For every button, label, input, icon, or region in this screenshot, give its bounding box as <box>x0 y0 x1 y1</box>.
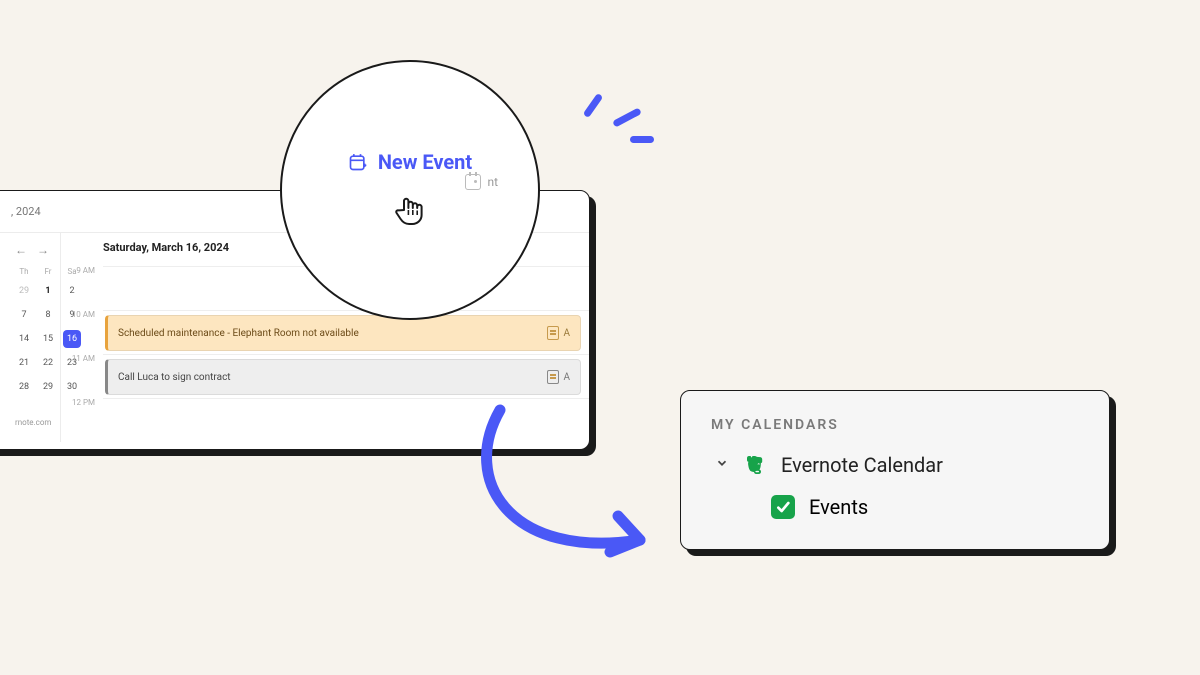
checkbox-checked-icon[interactable] <box>771 495 795 519</box>
new-event-button[interactable]: New Event <box>348 150 472 174</box>
event-note-action[interactable]: A <box>547 370 570 384</box>
cursor-hand-icon <box>390 190 430 230</box>
hour-label: 12 PM <box>61 398 103 407</box>
calendar-single-icon <box>465 174 481 190</box>
next-month-button[interactable]: → <box>37 243 49 257</box>
chevron-down-icon <box>715 456 729 474</box>
flow-arrow-icon <box>440 400 680 590</box>
calendar-item-row[interactable]: Events <box>711 495 1079 519</box>
calendar-group-row[interactable]: Evernote Calendar <box>711 453 1079 477</box>
mini-dow: Th <box>15 267 33 276</box>
event-note-action[interactable]: A <box>547 326 570 340</box>
prev-month-button[interactable]: ← <box>15 243 27 257</box>
sidebar-footer-text: rnote.com <box>15 418 46 427</box>
calendar-sidebar: ← → Th Fr Sa 29 1 2 7 8 9 14 15 16 21 22… <box>0 233 61 442</box>
evernote-elephant-icon <box>743 453 767 477</box>
mini-day[interactable]: 14 <box>15 330 33 348</box>
note-icon <box>547 370 559 384</box>
hour-label: 10 AM <box>61 310 103 319</box>
mini-day[interactable]: 22 <box>39 354 57 372</box>
mini-day[interactable]: 8 <box>39 306 57 324</box>
new-event-label: New Event <box>378 150 472 174</box>
calendar-group-label: Evernote Calendar <box>781 453 943 477</box>
note-icon <box>547 326 559 340</box>
mini-calendar: Th Fr Sa 29 1 2 7 8 9 14 15 16 21 22 23 … <box>15 267 46 396</box>
mini-day[interactable]: 1 <box>39 282 57 300</box>
my-calendars-heading: MY CALENDARS <box>711 417 1079 433</box>
mini-day[interactable]: 7 <box>15 306 33 324</box>
mini-day[interactable]: 29 <box>15 282 33 300</box>
calendar-year: , 2024 <box>11 205 41 218</box>
hour-label: 9 AM <box>61 266 103 275</box>
mini-day[interactable]: 15 <box>39 330 57 348</box>
mini-day[interactable]: 28 <box>15 378 33 396</box>
calendar-add-icon <box>348 152 368 172</box>
mini-day[interactable]: 29 <box>39 378 57 396</box>
event-title: Call Luca to sign contract <box>118 372 231 383</box>
hour-label: 11 AM <box>61 354 103 363</box>
mini-day[interactable]: 21 <box>15 354 33 372</box>
secondary-button-peek[interactable]: nt <box>465 174 498 190</box>
calendar-item-label: Events <box>809 495 868 519</box>
calendar-event[interactable]: Call Luca to sign contract A <box>105 359 581 395</box>
event-title: Scheduled maintenance - Elephant Room no… <box>118 328 359 339</box>
my-calendars-panel: MY CALENDARS Evernote Calendar Events <box>680 390 1110 550</box>
mini-dow: Fr <box>39 267 57 276</box>
calendar-event[interactable]: Scheduled maintenance - Elephant Room no… <box>105 315 581 351</box>
magnifier-callout: New Event nt <box>280 60 540 320</box>
